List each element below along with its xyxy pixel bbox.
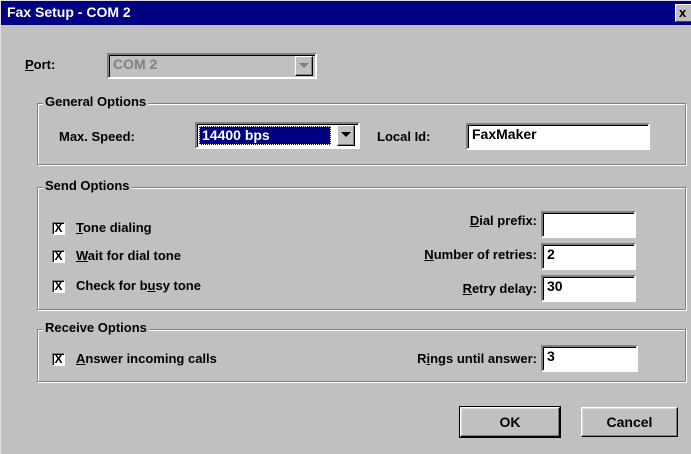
port-select[interactable]: COM 2 — [107, 53, 317, 79]
receive-options-legend: Receive Options — [43, 320, 149, 335]
send-options-legend: Send Options — [43, 178, 132, 193]
ok-button[interactable]: OK — [459, 406, 561, 438]
max-speed-value: 14400 bps — [199, 126, 331, 145]
local-id-input[interactable]: FaxMaker — [466, 123, 650, 150]
speed-dropdown-button[interactable] — [337, 125, 355, 146]
cancel-button[interactable]: Cancel — [581, 407, 678, 437]
general-options-legend: General Options — [43, 94, 149, 109]
port-value: COM 2 — [113, 56, 158, 72]
port-label: Port: — [25, 57, 56, 72]
port-dropdown-button[interactable] — [295, 56, 313, 76]
dial-prefix-input[interactable] — [541, 211, 636, 238]
number-of-retries-label: Number of retries: — [424, 247, 537, 262]
close-icon: x — [679, 5, 687, 20]
close-button[interactable]: x — [675, 4, 691, 22]
fax-setup-dialog: Fax Setup - COM 2 x Port: COM 2 General … — [0, 0, 691, 454]
local-id-label: Local Id: — [377, 129, 431, 144]
number-of-retries-input[interactable]: 2 — [541, 243, 636, 270]
rings-until-answer-input[interactable]: 3 — [541, 345, 638, 372]
dial-prefix-label: Dial prefix: — [469, 213, 537, 228]
window-title: Fax Setup - COM 2 — [7, 4, 131, 20]
chevron-down-icon — [341, 132, 351, 137]
title-bar: Fax Setup - COM 2 x — [1, 1, 691, 25]
retry-delay-input[interactable]: 30 — [541, 275, 636, 302]
chevron-down-icon — [299, 63, 309, 68]
max-speed-select[interactable]: 14400 bps — [195, 122, 360, 149]
retry-delay-label: Retry delay: — [462, 281, 537, 296]
max-speed-label: Max. Speed: — [59, 129, 135, 144]
rings-until-answer-label: Rings until answer: — [417, 351, 537, 366]
